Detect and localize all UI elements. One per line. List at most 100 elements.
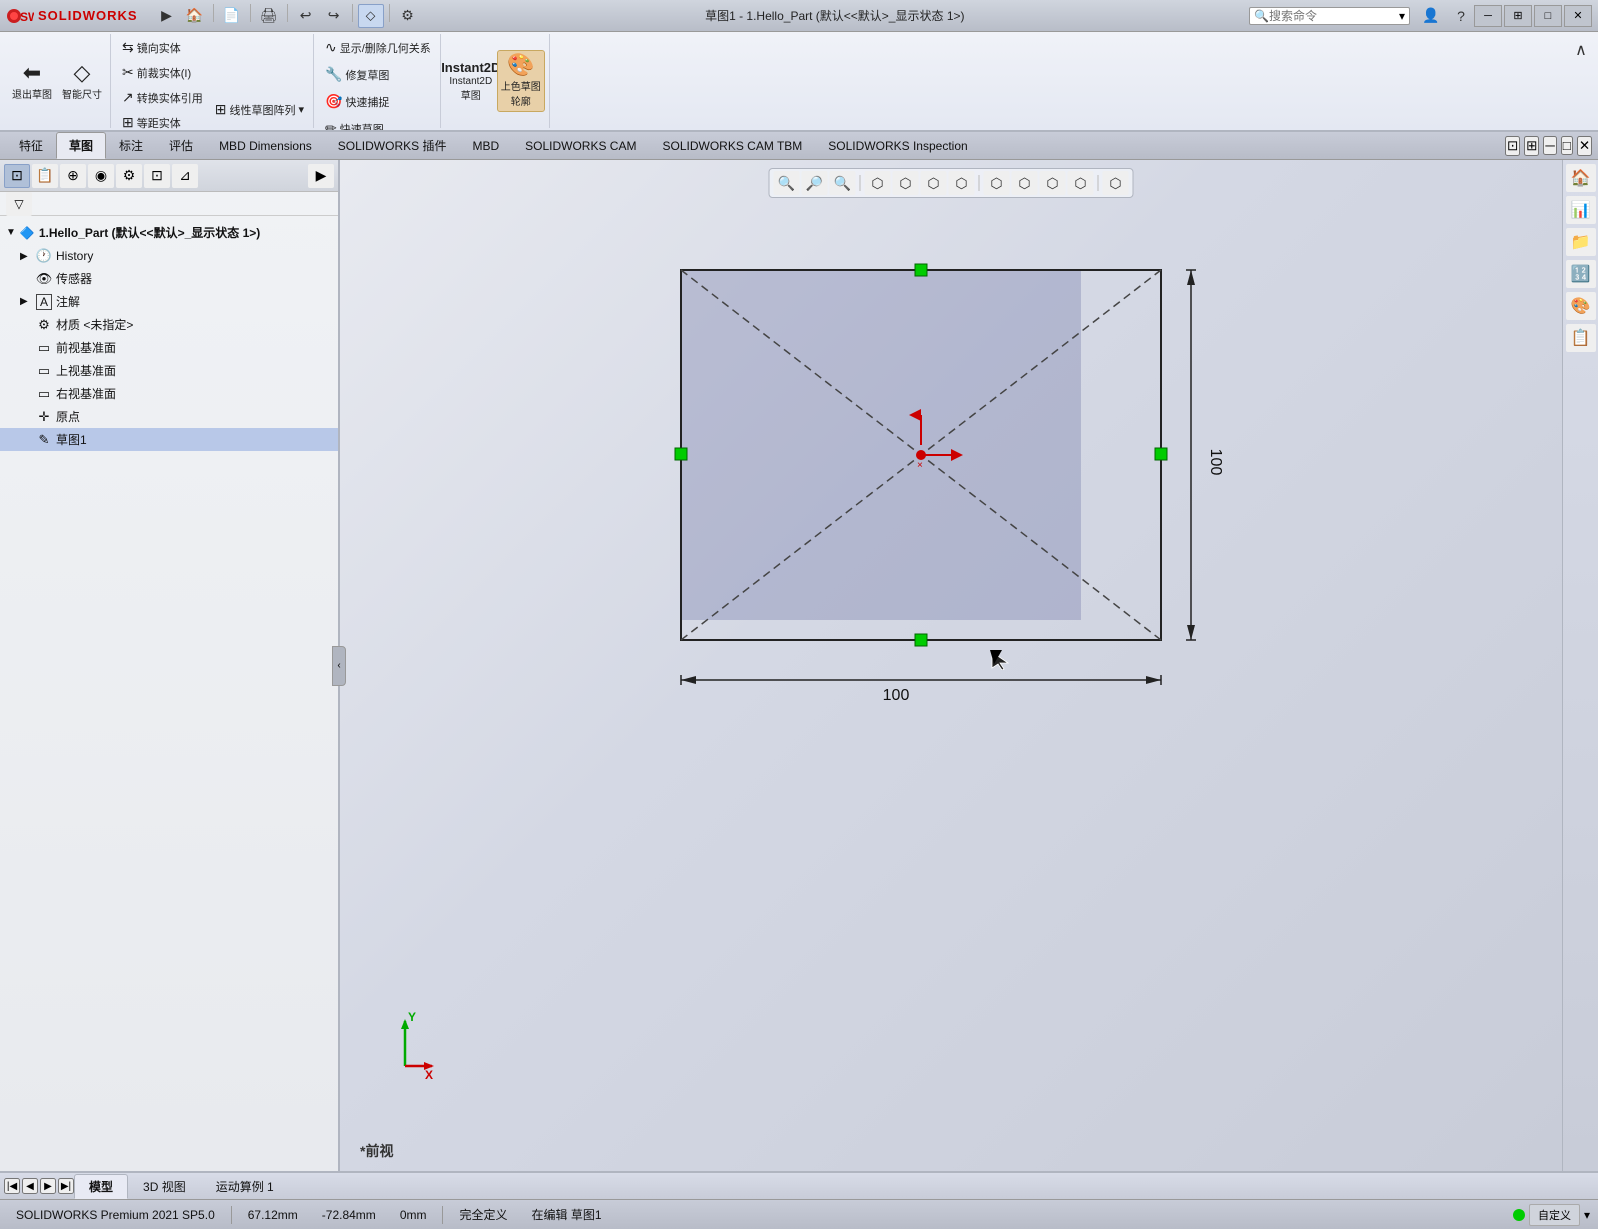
smart-dim-label: 智能尺寸 [62, 86, 102, 101]
print-btn[interactable]: 🖨 [256, 4, 282, 28]
rs-data-btn[interactable]: 🔢 [1566, 260, 1596, 288]
tab-sw-inspection[interactable]: SOLIDWORKS Inspection [815, 134, 980, 158]
smart-dim-btn[interactable]: ◇ 智能尺寸 [58, 50, 106, 112]
mirror-btn[interactable]: ⇆ 镜向实体 [117, 36, 208, 59]
bottom-tab-model[interactable]: 模型 [74, 1174, 128, 1199]
tree-item-material[interactable]: ⚙ 材质 <未指定> [0, 313, 338, 336]
zoom-out-btn[interactable]: 🔍 [830, 171, 856, 195]
convert-btn[interactable]: ↗ 转换实体引用 [117, 86, 208, 109]
new-btn[interactable]: ▶ [154, 4, 180, 28]
tab-sw-plugins[interactable]: SOLIDWORKS 插件 [325, 132, 460, 159]
tree-root[interactable]: ▼ 🔷 1.Hello_Part (默认<<默认>_显示状态 1>) [0, 220, 338, 245]
search-input[interactable] [1269, 9, 1399, 23]
mbd-btn[interactable]: ⊿ [172, 164, 198, 188]
rotate-btn[interactable]: ⬡ [893, 171, 919, 195]
rs-doc-btn[interactable]: 📋 [1566, 324, 1596, 352]
ribbon-collapse-btn[interactable]: ∧ [1568, 38, 1594, 62]
quick-sketch-btn[interactable]: ✏ 快速草图 [320, 117, 436, 132]
svg-text:SW: SW [20, 10, 34, 24]
zoom-btn[interactable]: 🔎 [802, 171, 828, 195]
feature-tree-btn[interactable]: ⊡ [4, 164, 30, 188]
repair-sketch-btn[interactable]: 🔧 修复草图 [320, 63, 436, 86]
maximize-btn[interactable]: □ [1534, 5, 1562, 27]
view-front-btn[interactable]: ⬡ [949, 171, 975, 195]
color-sketch-btn[interactable]: 🎨 上色草图轮廓 [497, 50, 545, 112]
root-expand[interactable]: ▼ [6, 227, 16, 238]
redo-btn[interactable]: ↪ [321, 4, 347, 28]
rs-color-btn[interactable]: 🎨 [1566, 292, 1596, 320]
last-tab-btn[interactable]: ▶| [58, 1178, 74, 1194]
tab-feature[interactable]: 特征 [6, 132, 56, 159]
appearance-btn[interactable]: ⚙ [116, 164, 142, 188]
bottom-tab-motion[interactable]: 运动算例 1 [201, 1174, 289, 1199]
display-mode-btn[interactable]: ⬡ [1040, 171, 1066, 195]
tree-item-front-plane[interactable]: ▭ 前视基准面 [0, 336, 338, 359]
zoom-to-fit-btn[interactable]: 🔍 [774, 171, 800, 195]
tab-mbd[interactable]: MBD [459, 134, 512, 158]
tab-mbd-dim[interactable]: MBD Dimensions [206, 134, 325, 158]
tab-annotation[interactable]: 标注 [106, 132, 156, 159]
section-btn[interactable]: ⬡ [984, 171, 1010, 195]
rs-folder-btn[interactable]: 📁 [1566, 228, 1596, 256]
filter-btn[interactable]: ▽ [6, 192, 32, 216]
viewport[interactable]: 🔍 🔎 🔍 ⬡ ⬡ ⬡ ⬡ ⬡ ⬡ ⬡ ⬡ ⬡ [340, 160, 1562, 1171]
view-settings-btn[interactable]: ⬡ [1103, 171, 1129, 195]
user-btn[interactable]: 👤 [1418, 4, 1444, 28]
undo-btn[interactable]: ↩ [293, 4, 319, 28]
custom-btn[interactable]: ⊡ [144, 164, 170, 188]
options-btn[interactable]: ⚙ [395, 4, 421, 28]
search-dropdown-icon[interactable]: ▾ [1399, 9, 1405, 23]
rs-home-btn[interactable]: 🏠 [1566, 164, 1596, 192]
tree-item-history[interactable]: ▶ 🕐 History [0, 245, 338, 267]
display-btn[interactable]: ◉ [88, 164, 114, 188]
exit-sketch-btn[interactable]: ⬅ 退出草图 [8, 50, 56, 112]
tree-item-right-plane[interactable]: ▭ 右视基准面 [0, 382, 338, 405]
tree-item-sensors[interactable]: 👁 传感器 [0, 267, 338, 290]
tab-sketch[interactable]: 草图 [56, 132, 106, 159]
offset-btn[interactable]: ⊞ 等距实体 [117, 111, 208, 132]
forward-btn[interactable]: ▶ [308, 164, 334, 188]
quick-snap-btn[interactable]: 🎯 快速捕捉 [320, 90, 436, 113]
config-btn[interactable]: ⊕ [60, 164, 86, 188]
search-box[interactable]: 🔍 ▾ [1249, 7, 1410, 25]
rs-table-btn[interactable]: 📊 [1566, 196, 1596, 224]
pan-btn[interactable]: ⬡ [865, 171, 891, 195]
min-panel-btn[interactable]: ─ [1543, 136, 1556, 155]
property-btn[interactable]: 📋 [32, 164, 58, 188]
open-btn[interactable]: 🏠 [182, 4, 208, 28]
restore-panel-btn[interactable]: ⊡ [1505, 136, 1520, 156]
tab-evaluate[interactable]: 评估 [156, 132, 206, 159]
bottom-tab-3dview[interactable]: 3D 视图 [128, 1174, 201, 1199]
first-tab-btn[interactable]: |◀ [4, 1178, 20, 1194]
annotations-expand-icon[interactable]: ▶ [20, 296, 32, 307]
help-btn[interactable]: ? [1448, 4, 1474, 28]
prev-tab-btn[interactable]: ◀ [22, 1178, 38, 1194]
close-panel-btn[interactable]: ✕ [1577, 136, 1592, 156]
max-panel-btn[interactable]: □ [1561, 136, 1573, 155]
render-mode-btn[interactable]: ⬡ [1012, 171, 1038, 195]
tree-item-sketch1[interactable]: ✎ 草图1 [0, 428, 338, 451]
save-btn[interactable]: 📄 [219, 4, 245, 28]
tab-cam-tbm[interactable]: SOLIDWORKS CAM TBM [649, 134, 815, 158]
trim-btn[interactable]: ✂ 前裁实体(I) [117, 61, 208, 84]
select-btn[interactable]: ⬦ [358, 4, 384, 28]
customize-btn[interactable]: 自定义 [1529, 1204, 1580, 1226]
tree-item-top-plane[interactable]: ▭ 上视基准面 [0, 359, 338, 382]
minimize-btn[interactable]: ─ [1474, 5, 1502, 27]
tile-btn[interactable]: ⊞ [1504, 5, 1532, 27]
tree-item-origin[interactable]: ✛ 原点 [0, 405, 338, 428]
history-expand-icon[interactable]: ▶ [20, 251, 32, 262]
view3d-btn[interactable]: ⬡ [921, 171, 947, 195]
instant2d-btn[interactable]: Instant2D Instant2D草图 [447, 50, 495, 112]
float-panel-btn[interactable]: ⊞ [1524, 136, 1539, 156]
tab-cam[interactable]: SOLIDWORKS CAM [512, 134, 649, 158]
tree-item-annotations[interactable]: ▶ A 注解 [0, 290, 338, 313]
collapse-handle[interactable]: ‹ [332, 646, 346, 686]
appearance-vp-btn[interactable]: ⬡ [1068, 171, 1094, 195]
axis-indicator: Y X [370, 1011, 440, 1081]
linear-array-btn[interactable]: ⊞ 线性草图阵列▾ [210, 98, 309, 121]
close-btn[interactable]: ✕ [1564, 5, 1592, 27]
next-tab-btn[interactable]: ▶ [40, 1178, 56, 1194]
ribbon-group-relations: ∿ 显示/删除几何关系 🔧 修复草图 🎯 快速捕捉 ✏ 快速草图 [316, 34, 441, 128]
show-relations-btn[interactable]: ∿ 显示/删除几何关系 [320, 36, 436, 59]
